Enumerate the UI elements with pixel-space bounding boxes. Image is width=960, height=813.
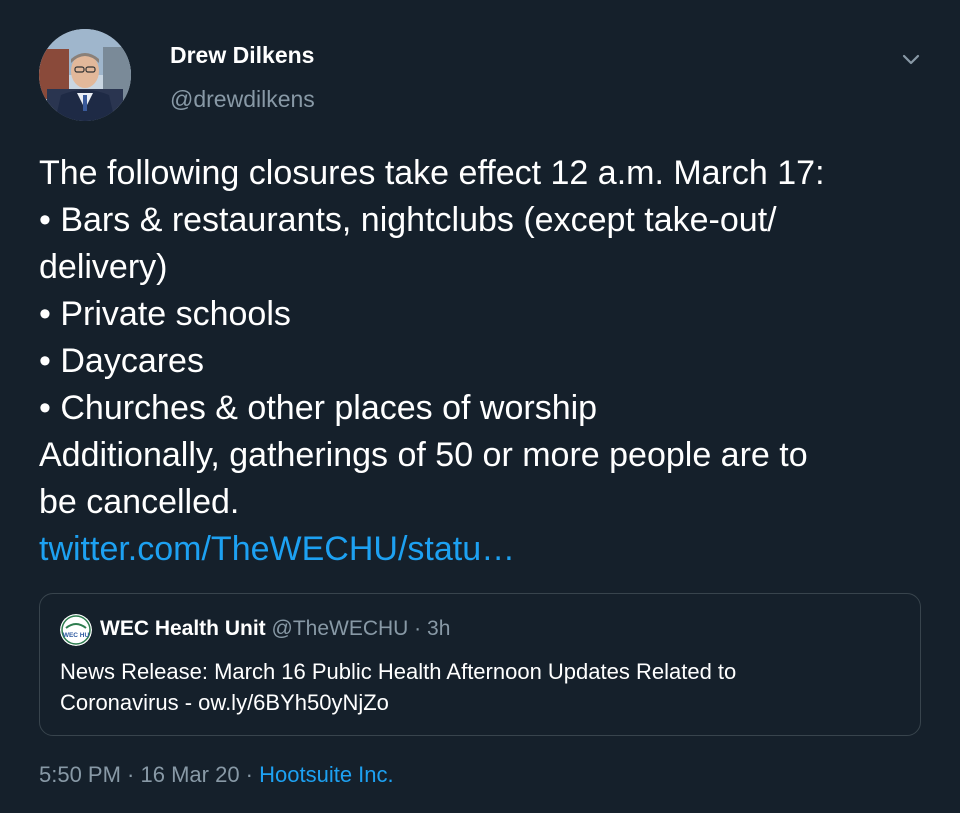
quoted-text: News Release: March 16 Public Health Aft…: [60, 656, 900, 718]
tweet-text-line: delivery): [39, 248, 168, 286]
meta-separator: ·: [239, 762, 260, 787]
tweet-date[interactable]: 16 Mar 20: [141, 762, 240, 787]
tweet-text-line: • Bars & restaurants, nightclubs (except…: [39, 201, 777, 239]
quoted-author-handle: @TheWECHU: [271, 617, 409, 640]
quoted-author-name: WEC Health Unit: [100, 617, 266, 640]
tweet-text-line: Additionally, gatherings of 50 or more p…: [39, 436, 808, 474]
tweet-text-line: be cancelled.: [39, 483, 240, 521]
quoted-time: 3h: [427, 617, 451, 640]
tweet-text-line: • Daycares: [39, 342, 204, 380]
tweet-text-line: • Churches & other places of worship: [39, 389, 598, 427]
tweet-meta: 5:50 PM · 16 Mar 20 · Hootsuite Inc.: [39, 760, 394, 790]
tweet-time[interactable]: 5:50 PM: [39, 762, 121, 787]
author-name[interactable]: Drew Dilkens: [170, 40, 314, 70]
author-handle[interactable]: @drewdilkens: [170, 84, 315, 114]
tweet-text-line: • Private schools: [39, 295, 291, 333]
quoted-separator: ·: [408, 617, 428, 640]
quoted-avatar: WEC HU: [60, 614, 92, 646]
chevron-down-icon[interactable]: [898, 48, 924, 70]
wechu-logo-icon: WEC HU: [60, 614, 92, 646]
quoted-tweet[interactable]: WEC HU WEC Health Unit @TheWECHU · 3h Ne…: [39, 593, 921, 736]
avatar-photo-icon: [39, 29, 131, 121]
author-avatar[interactable]: [39, 29, 131, 121]
meta-separator: ·: [120, 762, 141, 787]
tweet-link[interactable]: twitter.com/TheWECHU/statu…: [39, 530, 515, 568]
tweet-source-link[interactable]: Hootsuite Inc.: [259, 762, 394, 787]
quoted-text-line: Coronavirus - ow.ly/6BYh50yNjZo: [60, 690, 389, 715]
tweet-card: Drew Dilkens @drewdilkens The following …: [0, 0, 960, 813]
quoted-header: WEC Health Unit @TheWECHU · 3h: [100, 614, 450, 644]
tweet-text: The following closures take effect 12 a.…: [39, 150, 929, 573]
quoted-text-line: News Release: March 16 Public Health Aft…: [60, 659, 737, 684]
tweet-text-line: The following closures take effect 12 a.…: [39, 154, 825, 192]
quoted-avatar-text: WEC HU: [63, 632, 90, 639]
